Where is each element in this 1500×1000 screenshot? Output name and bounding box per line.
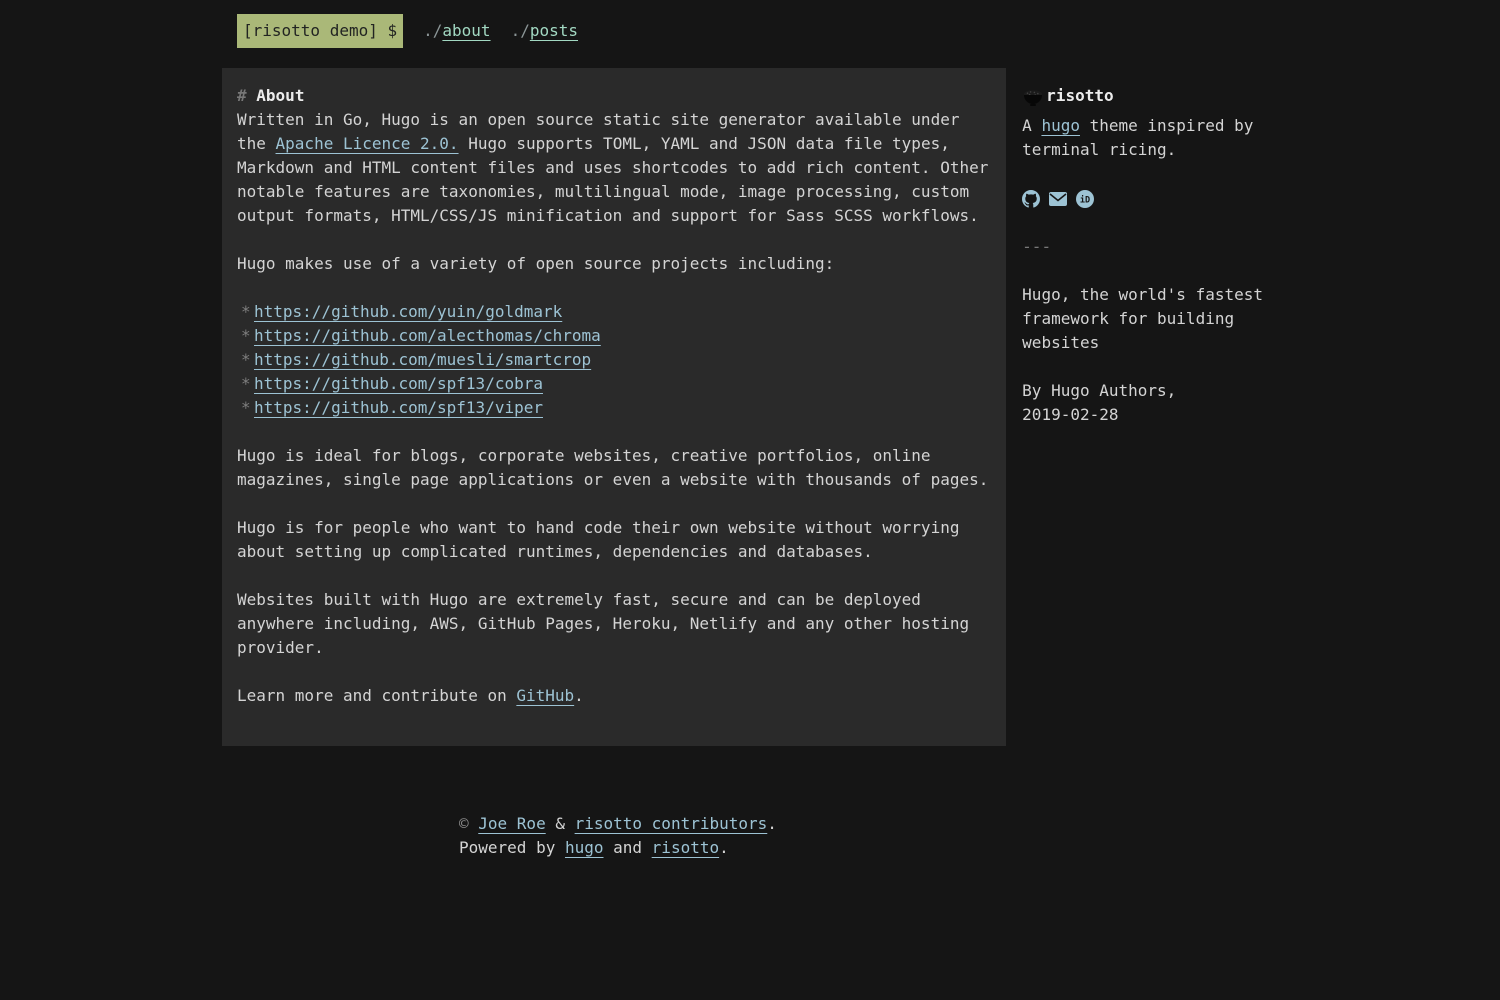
footer-risotto-link[interactable]: risotto (652, 838, 719, 857)
list-item: *https://github.com/muesli/smartcrop (237, 348, 993, 372)
paragraph-ideal: Hugo is ideal for blogs, corporate websi… (237, 444, 993, 492)
contributors-link[interactable]: risotto contributors (575, 814, 768, 833)
list-item: *https://github.com/alecthomas/chroma (237, 324, 993, 348)
list-bullet: * (237, 372, 254, 396)
footer-text: and (604, 838, 652, 857)
top-nav: [risotto demo] $ ./about ./posts (237, 14, 1500, 48)
list-bullet: * (237, 324, 254, 348)
paragraph-fast: Websites built with Hugo are extremely f… (237, 588, 993, 660)
main-layout: # About Written in Go, Hugo is an open s… (222, 68, 1500, 746)
rice-bowl-icon (1022, 85, 1044, 107)
footer-text: . (719, 838, 729, 857)
site-identity: risotto (1022, 84, 1277, 108)
byline-date: 2019-02-28 (1022, 403, 1277, 427)
paragraph-intro: Written in Go, Hugo is an open source st… (237, 108, 993, 228)
svg-text:iD: iD (1080, 194, 1090, 205)
nav-label-posts: posts (530, 21, 578, 40)
github-icon (1022, 190, 1040, 208)
list-bullet: * (237, 396, 254, 420)
content-panel: # About Written in Go, Hugo is an open s… (222, 68, 1006, 746)
chroma-link[interactable]: https://github.com/alecthomas/chroma (254, 324, 601, 348)
byline-block: By Hugo Authors, 2019-02-28 (1022, 379, 1277, 427)
list-item: *https://github.com/spf13/viper (237, 396, 993, 420)
orcid-icon: iD (1076, 190, 1094, 208)
footer-copyright-line: © Joe Roe & risotto contributors. (459, 812, 1500, 836)
heading-marker: # (237, 86, 247, 105)
paragraph-projects: Hugo makes use of a variety of open sour… (237, 252, 993, 276)
footer: © Joe Roe & risotto contributors. Powere… (459, 812, 1500, 884)
github-profile-link[interactable] (1022, 190, 1040, 208)
paragraph-learn-more: Learn more and contribute on GitHub. (237, 684, 993, 708)
nav-link-about[interactable]: ./about (423, 19, 490, 43)
page-title: # About (237, 84, 993, 108)
social-links: iD (1022, 190, 1277, 208)
viper-link[interactable]: https://github.com/spf13/viper (254, 396, 543, 420)
github-contribute-link[interactable]: GitHub (516, 686, 574, 705)
nav-label-about: about (442, 21, 490, 40)
sidebar-separator: --- (1022, 235, 1277, 259)
nav-link-posts[interactable]: ./posts (511, 19, 578, 43)
site-description: A hugo theme inspired by terminal ricing… (1022, 114, 1277, 162)
cobra-link[interactable]: https://github.com/spf13/cobra (254, 372, 543, 396)
footer-text: & (546, 814, 575, 833)
nav-prefix: ./ (511, 21, 530, 40)
site-tagline: Hugo, the world's fastest framework for … (1022, 283, 1277, 355)
project-link-list: *https://github.com/yuin/goldmark *https… (237, 300, 993, 420)
footer-powered-line: Powered by hugo and risotto. (459, 836, 1500, 860)
page: [risotto demo] $ ./about ./posts # About… (0, 0, 1500, 884)
hugo-link[interactable]: hugo (1041, 116, 1080, 135)
email-icon (1049, 192, 1067, 206)
list-bullet: * (237, 300, 254, 324)
paragraph-text: . (574, 686, 584, 705)
copyright-symbol: © (459, 814, 478, 833)
footer-text: . (767, 814, 777, 833)
site-title: risotto (1046, 84, 1113, 108)
smartcrop-link[interactable]: https://github.com/muesli/smartcrop (254, 348, 591, 372)
footer-text: Powered by (459, 838, 565, 857)
description-text: A (1022, 116, 1041, 135)
sidebar: risotto A hugo theme inspired by termina… (1022, 68, 1277, 427)
footer-hugo-link[interactable]: hugo (565, 838, 604, 857)
list-item: *https://github.com/spf13/cobra (237, 372, 993, 396)
heading-text: About (256, 86, 304, 105)
author-link[interactable]: Joe Roe (478, 814, 545, 833)
byline-author: By Hugo Authors, (1022, 379, 1277, 403)
list-bullet: * (237, 348, 254, 372)
goldmark-link[interactable]: https://github.com/yuin/goldmark (254, 300, 562, 324)
email-link[interactable] (1049, 190, 1067, 208)
orcid-link[interactable]: iD (1076, 190, 1094, 208)
home-prompt-link[interactable]: [risotto demo] $ (237, 14, 403, 48)
paragraph-text: Learn more and contribute on (237, 686, 516, 705)
apache-licence-link[interactable]: Apache Licence 2.0. (276, 134, 459, 153)
nav-prefix: ./ (423, 21, 442, 40)
list-item: *https://github.com/yuin/goldmark (237, 300, 993, 324)
paragraph-handcode: Hugo is for people who want to hand code… (237, 516, 993, 564)
